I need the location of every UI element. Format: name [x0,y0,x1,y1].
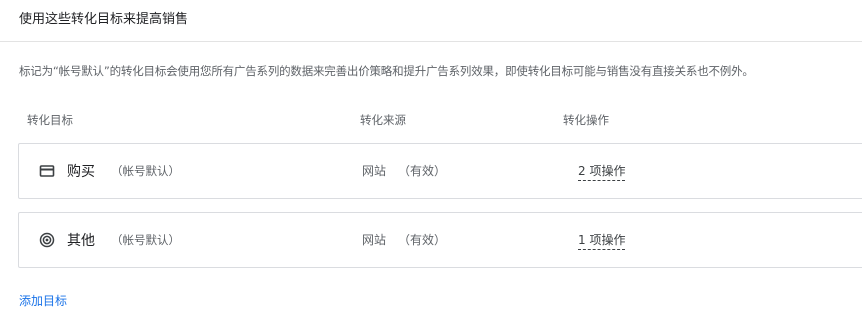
conversion-actions-link[interactable]: 2 项操作 [578,162,626,181]
conversion-actions-link[interactable]: 1 项操作 [578,231,626,250]
column-header-actions: 转化操作 [563,113,609,127]
conversion-source: 网站 （有效） [362,162,446,179]
account-default-tag: （帐号默认） [111,164,180,178]
source-name: 网站 [362,233,387,247]
conversion-source: 网站 （有效） [362,231,446,248]
add-goal-link[interactable]: 添加目标 [19,292,67,309]
source-name: 网站 [362,164,387,178]
credit-card-icon [39,163,55,179]
goal-name: 其他 [67,233,95,249]
goal-row-other[interactable]: 其他 （帐号默认） 网站 （有效） 1 项操作 [18,212,862,268]
source-state: （有效） [398,233,447,247]
target-icon [39,232,55,248]
goal-name: 购买 [67,164,95,180]
title-divider [0,41,862,42]
column-header-goal: 转化目标 [27,113,73,127]
column-header-source: 转化来源 [360,113,406,127]
account-default-tag: （帐号默认） [111,233,180,247]
section-title: 使用这些转化目标来提高销售 [19,12,189,27]
goal-row-purchase[interactable]: 购买 （帐号默认） 网站 （有效） 2 项操作 [18,143,862,199]
section-description: 标记为“帐号默认”的转化目标会使用您所有广告系列的数据来完善出价策略和提升广告系… [19,64,754,78]
source-state: （有效） [398,164,447,178]
